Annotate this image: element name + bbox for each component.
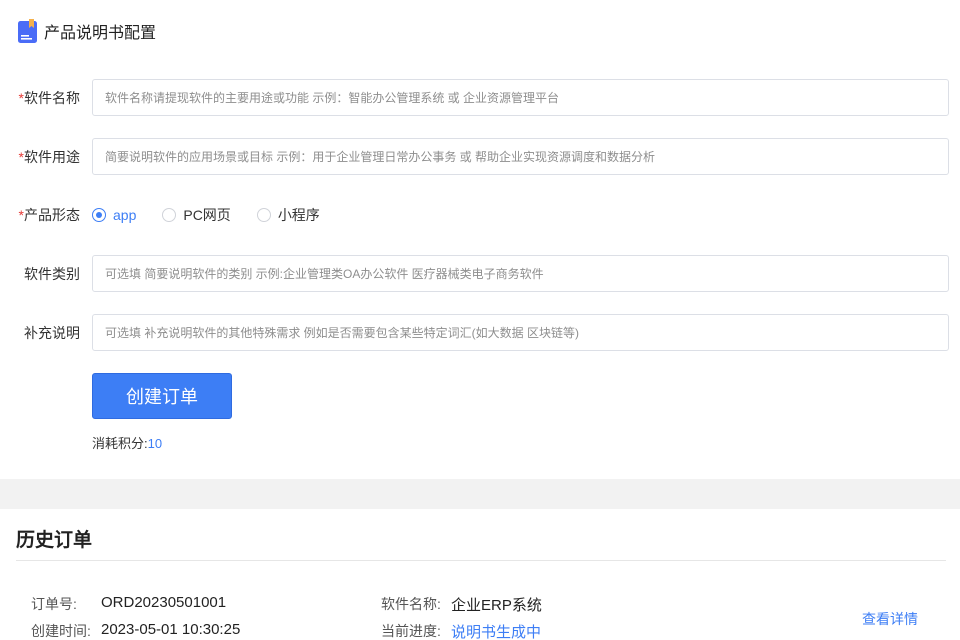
created-time-value: 2023-05-01 10:30:25 [101, 621, 241, 638]
points-cost-value: 10 [147, 436, 163, 451]
software-purpose-row: *软件用途 [0, 138, 960, 176]
extra-notes-input[interactable] [92, 314, 949, 351]
software-name-row: *软件名称 [0, 79, 960, 117]
software-name-label: *软件名称 [19, 79, 80, 117]
extra-notes-row: 补充说明 [0, 314, 960, 352]
software-purpose-input[interactable] [92, 138, 949, 175]
radio-unchecked-icon[interactable] [256, 208, 271, 222]
page-title: 产品说明书配置 [44, 25, 157, 42]
software-name-key: 软件名称: [381, 596, 441, 612]
order-number-field: 订单号: [31, 594, 77, 614]
software-purpose-label: *软件用途 [19, 138, 80, 176]
software-name-input[interactable] [92, 79, 949, 116]
created-time-value-field: 2023-05-01 10:30:25 [101, 621, 240, 638]
progress-label: 当前进度: [381, 623, 441, 639]
page-header: 产品说明书配置 [18, 18, 156, 44]
software-name-field: 软件名称: [381, 594, 441, 614]
extra-notes-label: 补充说明 [24, 325, 80, 341]
points-cost: 消耗积分:10 [92, 433, 162, 452]
software-name-label-text: 软件名称 [24, 90, 80, 106]
config-section: 产品说明书配置 *软件名称 *软件用途 *产品形态 app PC网页 小程序 [0, 0, 960, 479]
progress-status: 说明书生成中 [451, 624, 542, 640]
radio-option-mini-program[interactable]: 小程序 [256, 205, 320, 225]
software-category-label: 软件类别 [24, 266, 80, 282]
radio-option-pc-web[interactable]: PC网页 [162, 205, 231, 225]
radio-option-app[interactable]: app [92, 207, 136, 223]
progress-value-field: 说明书生成中 [451, 621, 541, 640]
progress-field: 当前进度: [381, 621, 441, 640]
product-form-radio-group: app PC网页 小程序 [92, 196, 346, 234]
history-order-item: 订单号: ORD20230501001 创建时间: 2023-05-01 10:… [0, 590, 960, 640]
order-number-value-field: ORD20230501001 [101, 594, 226, 611]
radio-label-app[interactable]: app [113, 207, 136, 223]
history-title: 历史订单 [16, 530, 93, 551]
document-icon [18, 18, 38, 44]
points-cost-label: 消耗积分: [92, 436, 148, 451]
software-name-value-field: 企业ERP系统 [451, 594, 542, 615]
software-purpose-label-text: 软件用途 [24, 149, 80, 165]
product-form-label: *产品形态 [19, 196, 80, 234]
radio-checked-icon[interactable] [92, 208, 106, 222]
product-form-label-text: 产品形态 [24, 207, 80, 223]
software-category-input[interactable] [92, 255, 949, 292]
radio-label-pc-web[interactable]: PC网页 [183, 205, 230, 225]
create-order-button[interactable]: 创建订单 [92, 373, 232, 419]
software-category-row: 软件类别 [0, 255, 960, 293]
software-name-value: 企业ERP系统 [451, 597, 542, 614]
order-number-label: 订单号: [31, 596, 77, 612]
radio-unchecked-icon[interactable] [162, 208, 177, 222]
created-time-field: 创建时间: [31, 621, 91, 640]
view-details-link[interactable]: 查看详情 [862, 609, 918, 629]
order-number-value: ORD20230501001 [101, 594, 227, 611]
product-form-row: *产品形态 app PC网页 小程序 [0, 196, 960, 234]
radio-label-mini-program[interactable]: 小程序 [278, 205, 320, 225]
divider [16, 560, 946, 561]
section-separator [0, 479, 960, 509]
created-time-label: 创建时间: [31, 623, 91, 639]
